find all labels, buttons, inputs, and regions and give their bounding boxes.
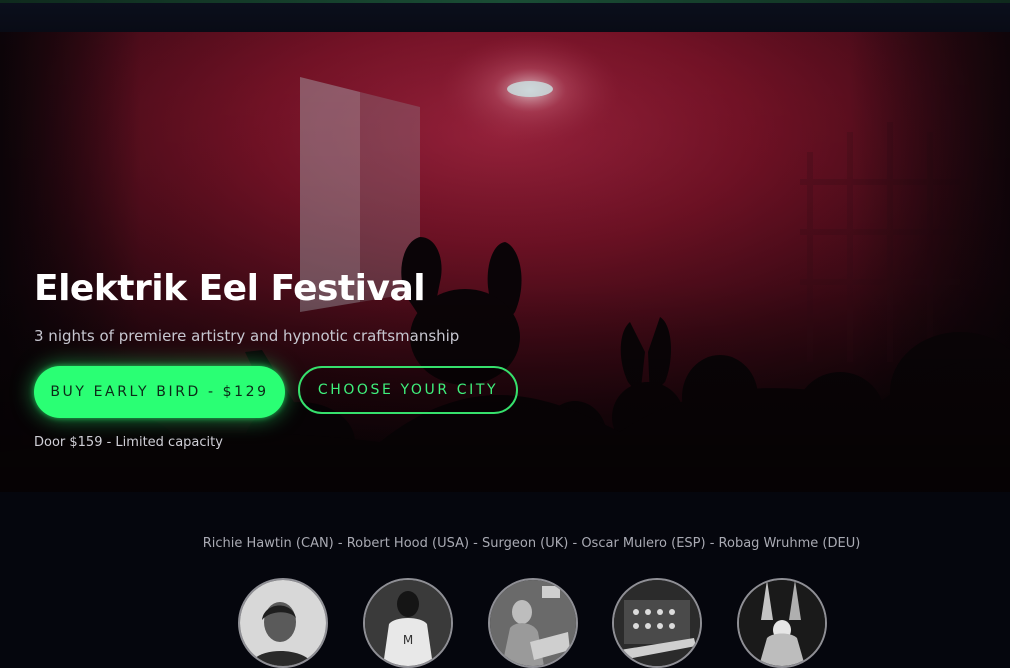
price-note: Door $159 - Limited capacity — [34, 435, 223, 450]
choose-city-button[interactable]: CHOOSE YOUR CITY — [298, 366, 518, 414]
artist-photo — [614, 580, 700, 666]
lineup-section: Richie Hawtin (CAN) - Robert Hood (USA) … — [0, 492, 1010, 668]
artist-avatar-robag-wruhme[interactable] — [737, 578, 827, 668]
top-bar — [0, 3, 1010, 32]
hero-overlay — [0, 32, 1010, 492]
artist-avatar-surgeon[interactable] — [488, 578, 578, 668]
page-title: Elektrik Eel Festival — [34, 268, 426, 309]
artist-photo — [739, 580, 825, 666]
hero-section: Elektrik Eel Festival 3 nights of premie… — [0, 32, 1010, 492]
artist-photo — [490, 580, 576, 666]
hero-subtitle: 3 nights of premiere artistry and hypnot… — [34, 327, 460, 345]
svg-text:M: M — [403, 633, 413, 647]
artist-avatar-richie-hawtin[interactable] — [238, 578, 328, 668]
buy-early-bird-button[interactable]: BUY EARLY BIRD - $129 — [34, 366, 285, 418]
artist-avatar-robert-hood[interactable]: M — [363, 578, 453, 668]
lineup-text: Richie Hawtin (CAN) - Robert Hood (USA) … — [202, 536, 861, 551]
artist-photo — [240, 580, 326, 666]
artist-avatar-oscar-mulero[interactable] — [612, 578, 702, 668]
artist-photo: M — [365, 580, 451, 666]
